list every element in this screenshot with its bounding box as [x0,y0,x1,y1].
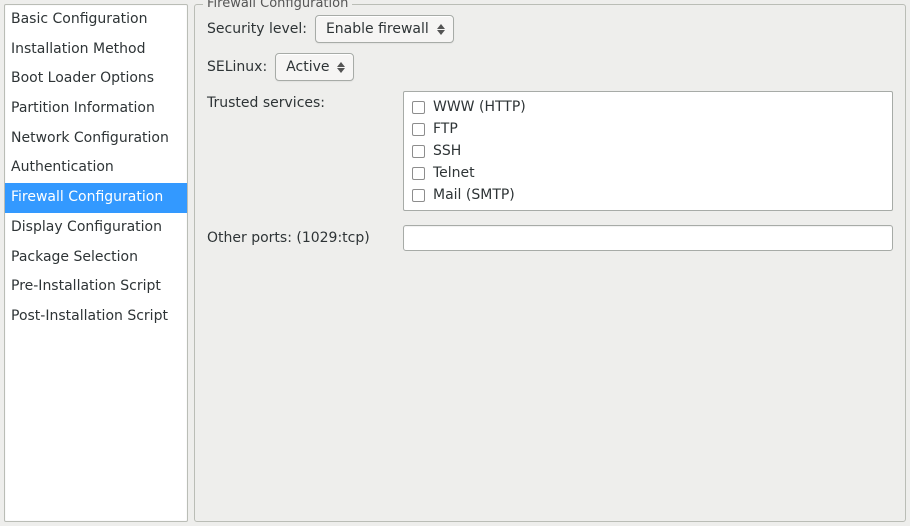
security-level-row: Security level: Enable firewall [207,15,893,43]
selinux-row: SELinux: Active [207,53,893,81]
sidebar-item-basic-configuration[interactable]: Basic Configuration [5,5,187,35]
sidebar-item-post-installation-script[interactable]: Post-Installation Script [5,302,187,332]
service-label: FTP [433,121,458,137]
form-grid: Trusted services: WWW (HTTP) FTP SSH Tel… [207,91,893,251]
service-row-www[interactable]: WWW (HTTP) [410,96,886,118]
dropdown-arrows-icon [437,24,445,35]
sidebar-item-boot-loader-options[interactable]: Boot Loader Options [5,64,187,94]
sidebar-item-installation-method[interactable]: Installation Method [5,35,187,65]
checkbox-ftp[interactable] [412,123,425,136]
panel-title: Firewall Configuration [203,0,352,11]
service-label: SSH [433,143,461,159]
other-ports-label: Other ports: (1029:tcp) [207,230,397,246]
sidebar-item-firewall-configuration[interactable]: Firewall Configuration [5,183,187,213]
sidebar-item-pre-installation-script[interactable]: Pre-Installation Script [5,272,187,302]
service-row-mail[interactable]: Mail (SMTP) [410,184,886,206]
sidebar-item-display-configuration[interactable]: Display Configuration [5,213,187,243]
sidebar-item-package-selection[interactable]: Package Selection [5,243,187,273]
service-row-ssh[interactable]: SSH [410,140,886,162]
trusted-services-box: WWW (HTTP) FTP SSH Telnet Mail (SMTP) [403,91,893,211]
sidebar-item-partition-information[interactable]: Partition Information [5,94,187,124]
sidebar-item-network-configuration[interactable]: Network Configuration [5,124,187,154]
service-label: Telnet [433,165,475,181]
main-panel: Firewall Configuration Security level: E… [194,4,906,522]
selinux-label: SELinux: [207,59,267,75]
service-row-ftp[interactable]: FTP [410,118,886,140]
service-row-telnet[interactable]: Telnet [410,162,886,184]
checkbox-www[interactable] [412,101,425,114]
selinux-combobox[interactable]: Active [275,53,354,81]
checkbox-ssh[interactable] [412,145,425,158]
security-level-label: Security level: [207,21,307,37]
service-label: Mail (SMTP) [433,187,515,203]
checkbox-telnet[interactable] [412,167,425,180]
security-level-combobox[interactable]: Enable firewall [315,15,454,43]
sidebar-nav: Basic Configuration Installation Method … [4,4,188,522]
trusted-services-label: Trusted services: [207,91,397,111]
sidebar-item-authentication[interactable]: Authentication [5,153,187,183]
selinux-value: Active [286,59,329,75]
checkbox-mail[interactable] [412,189,425,202]
firewall-fieldset: Firewall Configuration Security level: E… [194,4,906,522]
security-level-value: Enable firewall [326,21,429,37]
other-ports-input[interactable] [403,225,893,251]
dropdown-arrows-icon [337,62,345,73]
service-label: WWW (HTTP) [433,99,526,115]
